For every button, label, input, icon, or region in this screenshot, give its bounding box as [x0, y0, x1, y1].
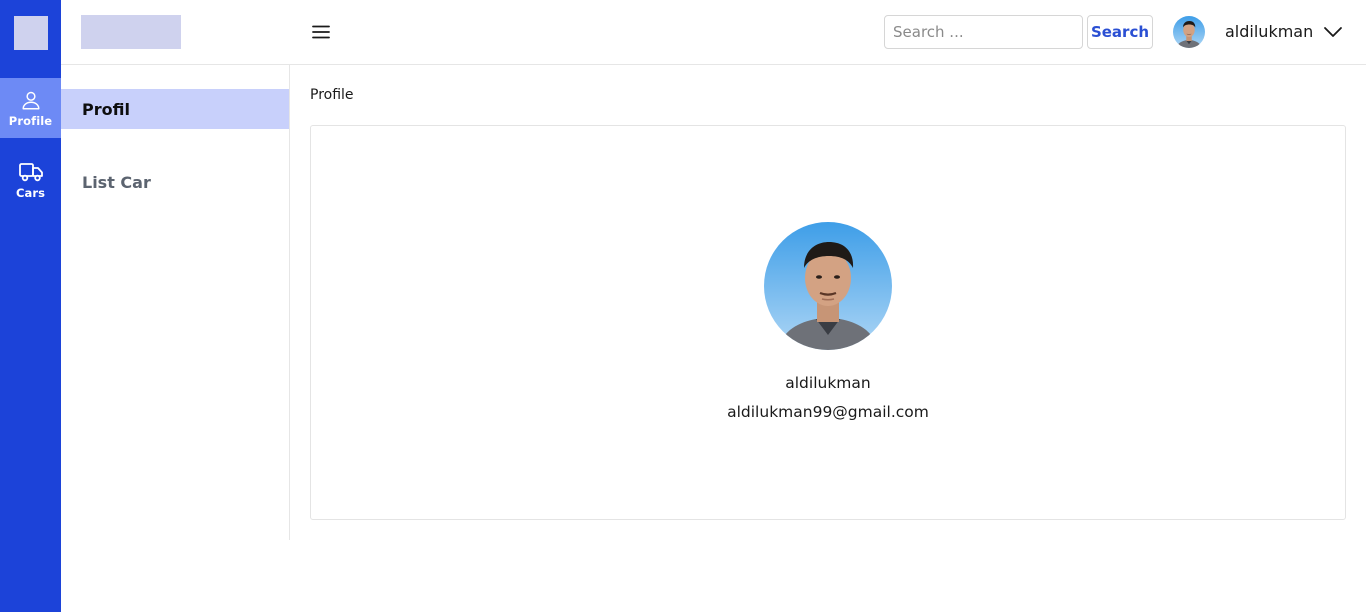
profile-photo [764, 222, 892, 350]
rail-item-label: Cars [15, 185, 46, 200]
user-menu-name[interactable]: aldilukman [1225, 22, 1313, 41]
user-icon [21, 91, 40, 109]
profile-name: aldilukman [785, 374, 871, 392]
user-avatar[interactable] [1173, 16, 1205, 48]
avatar-photo [1173, 16, 1205, 48]
icon-rail: Profile Cars [0, 0, 61, 612]
rail-item-cars[interactable]: Cars [0, 150, 61, 210]
sub-navigation: Profil List Car [61, 65, 290, 540]
profile-avatar [764, 222, 892, 350]
breadcrumb: Profile [310, 87, 354, 103]
truck-icon [18, 162, 43, 181]
rail-item-profile[interactable]: Profile [0, 78, 61, 138]
rail-item-label: Profile [8, 113, 53, 128]
top-bar: Search aldilukman [61, 0, 1366, 65]
profile-email: aldilukman99@gmail.com [727, 403, 929, 421]
app-logo[interactable] [14, 16, 48, 50]
subnav-item-profil[interactable]: Profil [61, 89, 289, 129]
brand-logo-placeholder[interactable] [81, 15, 181, 49]
search-button[interactable]: Search [1087, 15, 1153, 49]
profile-card: aldilukman aldilukman99@gmail.com [310, 125, 1346, 520]
menu-toggle-button[interactable] [310, 22, 332, 42]
user-menu-toggle[interactable] [1323, 24, 1343, 40]
subnav-item-list-car[interactable]: List Car [61, 162, 289, 202]
chevron-down-icon [1324, 27, 1342, 37]
hamburger-icon [312, 25, 330, 39]
search-input[interactable] [884, 15, 1083, 49]
